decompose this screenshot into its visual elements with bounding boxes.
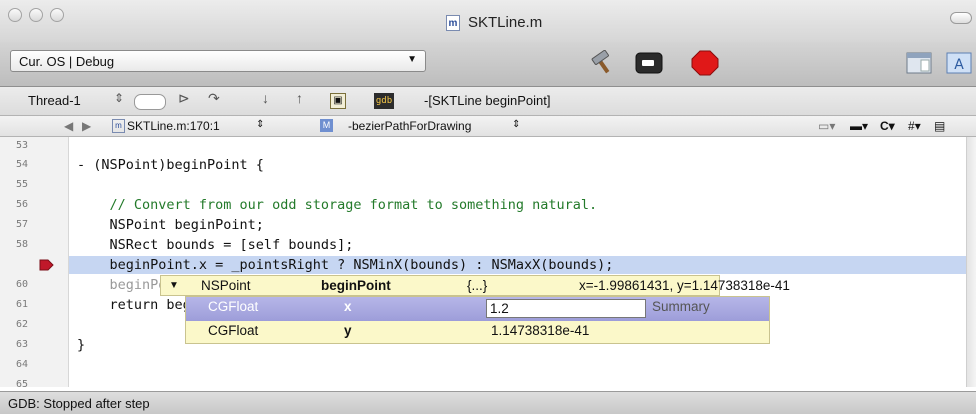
vertical-scrollbar[interactable] bbox=[966, 137, 976, 387]
datatip-summary: x=-1.99861431, y=1.14738318e-41 bbox=[579, 278, 790, 293]
debugger-window-icon[interactable]: ▣ bbox=[330, 93, 346, 109]
class-hierarchy-popup[interactable]: C▾ bbox=[880, 119, 895, 133]
function-popup[interactable]: -bezierPathForDrawing bbox=[348, 119, 471, 133]
step-over-icon[interactable]: ⊳ bbox=[178, 90, 190, 107]
code-line: - (NSPoint)beginPoint { bbox=[77, 157, 264, 173]
status-text: GDB: Stopped after step bbox=[8, 396, 150, 411]
main-toolbar: Cur. OS | Debug ▼ A bbox=[0, 42, 976, 87]
active-configuration-popup[interactable]: Cur. OS | Debug ▼ bbox=[10, 50, 426, 72]
counterpart-icon[interactable]: ▤ bbox=[934, 119, 945, 133]
includes-popup[interactable]: #▾ bbox=[908, 119, 921, 133]
datatip-summary: Summary bbox=[652, 299, 710, 314]
datatip-value: {...} bbox=[467, 278, 488, 293]
disclosure-triangle-icon[interactable]: ▼ bbox=[169, 280, 179, 291]
forward-arrow-icon[interactable]: ▶ bbox=[82, 119, 91, 133]
stop-icon[interactable] bbox=[690, 50, 720, 76]
window-layout-icon[interactable] bbox=[904, 50, 934, 76]
hammer-icon[interactable] bbox=[588, 50, 618, 76]
app-store-icon[interactable]: A bbox=[944, 50, 974, 76]
window-title: m SKTLine.m bbox=[446, 14, 542, 31]
line-number: 58 bbox=[15, 239, 28, 250]
step-out-icon[interactable]: ↑ bbox=[296, 90, 303, 106]
line-number: 55 bbox=[15, 179, 28, 190]
gdb-console-icon[interactable]: gdb bbox=[374, 93, 394, 109]
active-configuration-label: Cur. OS | Debug bbox=[19, 54, 115, 69]
toolbar-toggle-button[interactable] bbox=[950, 12, 972, 24]
method-badge-icon: M bbox=[320, 119, 333, 132]
breakpoints-icon[interactable]: ▬▾ bbox=[850, 119, 868, 133]
line-number: 53 bbox=[15, 140, 28, 151]
datatip-name: x bbox=[344, 299, 352, 314]
title-bar: m SKTLine.m bbox=[0, 0, 976, 43]
code-line-current: beginPoint.x = _pointsRight ? NSMinX(bou… bbox=[77, 257, 614, 273]
datatip-root-row[interactable]: ▼ NSPoint beginPoint {...} x=-1.99861431… bbox=[160, 275, 790, 296]
code-line: } bbox=[77, 337, 86, 353]
bookmarks-icon[interactable]: ▭▾ bbox=[818, 119, 835, 133]
file-icon: m bbox=[112, 119, 125, 133]
stack-frame-popup[interactable]: -[SKTLine beginPoint] bbox=[424, 93, 550, 108]
window-title-text: SKTLine.m bbox=[468, 14, 543, 31]
zoom-window-button[interactable] bbox=[50, 8, 64, 22]
source-file-icon: m bbox=[446, 14, 460, 31]
thread-popup[interactable]: Thread-1 bbox=[28, 93, 81, 108]
line-number: 65 bbox=[15, 379, 28, 390]
line-number: 56 bbox=[15, 199, 28, 210]
file-history-popup[interactable]: SKTLine.m:170:1 bbox=[127, 119, 220, 133]
line-number: 57 bbox=[15, 219, 28, 230]
datatip-value[interactable]: 1.14738318e-41 bbox=[491, 323, 589, 338]
minimize-window-button[interactable] bbox=[29, 8, 43, 22]
code-line: NSPoint beginPoint; bbox=[77, 217, 264, 233]
navigation-bar: ◀ ▶ m SKTLine.m:170:1 ⇕ M -bezierPathFor… bbox=[0, 116, 976, 137]
program-counter-icon[interactable] bbox=[38, 258, 54, 272]
svg-text:A: A bbox=[954, 57, 964, 73]
back-arrow-icon[interactable]: ◀ bbox=[64, 119, 73, 133]
line-number: 60 bbox=[15, 279, 28, 290]
popup-arrow-icon: ▼ bbox=[407, 54, 417, 65]
line-number-gutter: 53 54 55 56 57 58 59 60 61 62 63 64 65 bbox=[0, 137, 69, 390]
datatip-name: beginPoint bbox=[321, 278, 391, 293]
line-number: 64 bbox=[15, 359, 28, 370]
datatip-row-selected[interactable]: CGFloat x 1.2 Summary bbox=[186, 297, 769, 321]
step-down-icon[interactable]: ↓ bbox=[262, 90, 269, 106]
status-bar: GDB: Stopped after step bbox=[0, 391, 976, 414]
code-line-comment: // Convert from our odd storage format t… bbox=[77, 197, 598, 213]
close-window-button[interactable] bbox=[8, 8, 22, 22]
datatip-value-field[interactable]: 1.2 bbox=[486, 299, 646, 318]
line-number: 61 bbox=[15, 299, 28, 310]
datatip-type: CGFloat bbox=[208, 323, 259, 338]
code-editor[interactable]: - (NSPoint)beginPoint { // Convert from … bbox=[69, 137, 966, 387]
datatip-name: y bbox=[344, 323, 352, 338]
line-number: 54 bbox=[15, 159, 28, 170]
line-number: 63 bbox=[15, 339, 28, 350]
datatip-type: CGFloat bbox=[208, 299, 259, 314]
step-into-icon[interactable]: ↷ bbox=[208, 90, 220, 107]
popup-stepper-icon: ⇕ bbox=[512, 119, 521, 130]
debugger-bar: Thread-1 ⇕ ⊳ ↷ ↓ ↑ ▣ gdb -[SKTLine begin… bbox=[0, 87, 976, 116]
popup-stepper-icon: ⇕ bbox=[256, 119, 265, 130]
terminal-icon[interactable] bbox=[634, 50, 664, 76]
line-number: 62 bbox=[15, 319, 28, 330]
datatip-type: NSPoint bbox=[201, 278, 251, 293]
thread-stepper-icon[interactable]: ⇕ bbox=[114, 91, 124, 105]
datatip-children: CGFloat x 1.2 Summary CGFloat y 1.147383… bbox=[185, 296, 770, 344]
code-line: NSRect bounds = [self bounds]; bbox=[77, 237, 354, 253]
continue-button[interactable] bbox=[134, 94, 166, 110]
